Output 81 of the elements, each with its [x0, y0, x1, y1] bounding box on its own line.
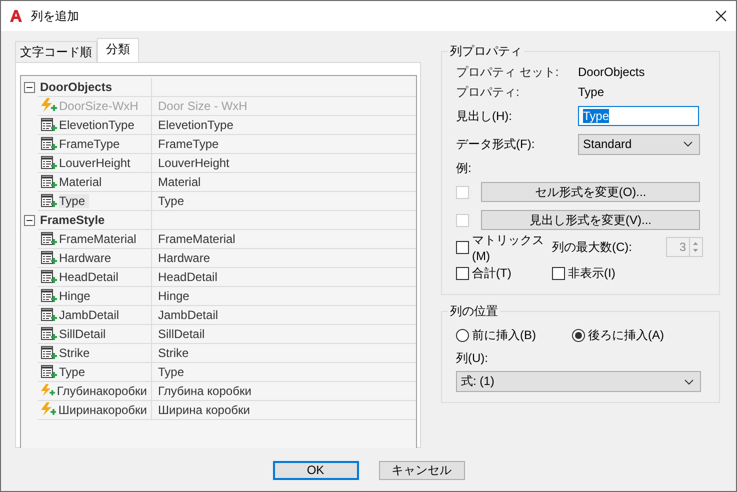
category-name[interactable]: FrameStyle — [40, 213, 105, 227]
category-name[interactable]: DoorObjects — [40, 80, 112, 94]
property-list-icon — [40, 117, 57, 133]
field-label: 列の最大数(C): — [552, 238, 632, 256]
data-format-dropdown[interactable]: Standard — [578, 134, 700, 154]
property-list-icon — [40, 136, 57, 152]
heading-cell: ElevetionType — [158, 118, 234, 132]
group-title: 列の位置 — [449, 303, 499, 320]
heading-input[interactable]: Type — [578, 106, 699, 126]
heading-cell: Hinge — [158, 289, 190, 303]
checkbox-label[interactable]: マトリックス(M) — [472, 232, 552, 262]
property-name[interactable]: JambDetail — [59, 308, 124, 322]
property-name[interactable]: Hardware — [59, 251, 116, 265]
property-name[interactable]: LouverHeight — [59, 156, 134, 170]
property-list-icon — [40, 345, 57, 361]
property-list-icon — [40, 288, 57, 304]
collapse-icon[interactable] — [24, 215, 35, 226]
property-name[interactable]: ElevetionType — [59, 118, 138, 132]
property-list-icon — [40, 307, 57, 323]
heading-cell: Strike — [158, 346, 189, 360]
checkbox-label[interactable]: 非表示(I) — [568, 264, 616, 282]
tab[interactable]: 分類 — [97, 38, 139, 62]
property-name[interactable]: Ширинакоробки — [58, 403, 151, 417]
collapse-icon[interactable] — [24, 82, 35, 93]
window-title: 列を追加 — [31, 8, 80, 24]
heading-cell: LouverHeight — [158, 156, 230, 170]
property-name[interactable]: Strike — [59, 346, 94, 360]
heading-cell: Door Size - WxH — [158, 99, 248, 113]
property-list-icon — [40, 250, 57, 266]
close-icon[interactable] — [714, 9, 728, 23]
property-list-icon — [40, 193, 57, 209]
property-name[interactable]: Type — [59, 365, 90, 379]
property-list-icon — [40, 364, 57, 380]
lightning-icon — [40, 98, 57, 114]
radio-button[interactable] — [456, 328, 469, 342]
field-value: Type — [578, 85, 604, 99]
heading-cell: Hardware — [158, 251, 210, 265]
property-name[interactable]: Material — [59, 175, 106, 189]
heading-cell: Ширина коробки — [158, 403, 250, 417]
radio-label[interactable]: 前に挿入(B) — [472, 326, 536, 344]
property-list-icon — [40, 326, 57, 342]
heading-cell: SillDetail — [158, 327, 205, 341]
field-label: 見出し(H): — [456, 108, 513, 124]
heading-cell: JambDetail — [158, 308, 218, 322]
property-name[interactable]: FrameMaterial — [59, 232, 140, 246]
field-label: 列(U): — [456, 350, 489, 367]
heading-cell: HeadDetail — [158, 270, 218, 284]
checkbox[interactable] — [456, 266, 469, 280]
property-name[interactable]: HeadDetail — [59, 270, 122, 284]
heading-cell: FrameType — [158, 137, 219, 151]
heading-cell: Type — [158, 194, 184, 208]
app-logo-icon — [9, 9, 23, 23]
field-label: プロパティ セット: — [456, 64, 560, 80]
heading-cell: FrameMaterial — [158, 232, 236, 246]
group-title: 列プロパティ — [449, 43, 523, 60]
radio-label[interactable]: 後ろに挿入(A) — [588, 326, 664, 344]
heading-cell: Type — [158, 365, 184, 379]
dialog-button[interactable]: キャンセル — [378, 460, 464, 480]
checkbox[interactable] — [552, 266, 565, 280]
field-label: 例: — [456, 160, 472, 176]
checkbox[interactable] — [456, 240, 469, 254]
property-list-icon — [40, 231, 57, 247]
field-label: データ形式(F): — [456, 136, 536, 152]
heading-cell: Material — [158, 175, 201, 189]
property-name[interactable]: Type — [59, 194, 90, 208]
property-list-icon — [40, 174, 57, 190]
property-name[interactable]: FrameType — [59, 137, 124, 151]
heading-cell: Глубина коробки — [158, 384, 252, 398]
property-list-icon — [40, 155, 57, 171]
tab[interactable]: 文字コード順 — [15, 41, 97, 62]
property-list-icon — [40, 269, 57, 285]
field-label: プロパティ: — [456, 84, 520, 100]
radio-button[interactable] — [572, 328, 585, 342]
checkbox-label[interactable]: 合計(T) — [472, 264, 512, 282]
column-dropdown[interactable]: 式: (1) — [456, 371, 701, 392]
property-name[interactable]: Hinge — [59, 289, 94, 303]
property-name[interactable]: SillDetail — [59, 327, 110, 341]
property-name[interactable]: Глубинакоробки — [56, 384, 151, 398]
lightning-icon — [40, 402, 56, 418]
field-value: DoorObjects — [578, 65, 645, 79]
dialog-button[interactable]: OK — [272, 460, 358, 480]
